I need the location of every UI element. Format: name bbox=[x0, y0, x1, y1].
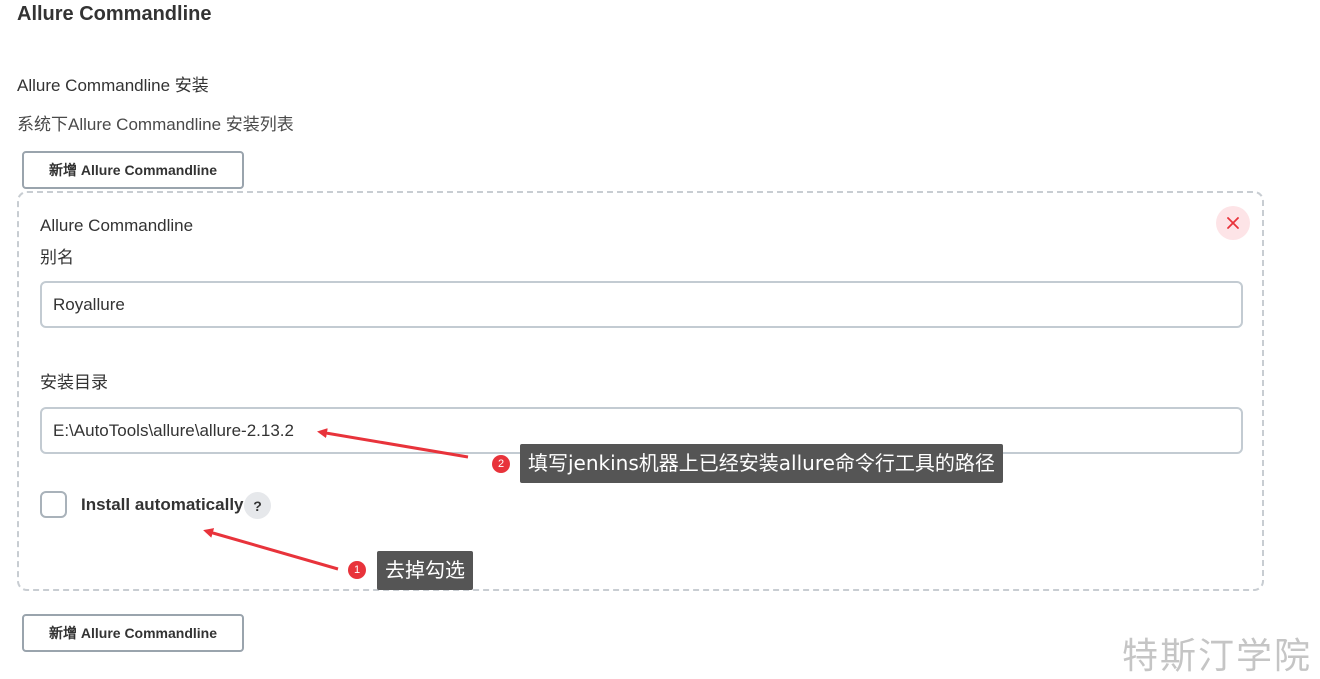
annotation-badge-2: 2 bbox=[492, 455, 510, 473]
alias-input[interactable] bbox=[40, 281, 1243, 328]
close-icon bbox=[1227, 217, 1239, 229]
alias-label: 别名 bbox=[40, 248, 74, 267]
add-allure-commandline-button-bottom[interactable]: 新增 Allure Commandline bbox=[22, 614, 244, 652]
installations-description: 系统下Allure Commandline 安装列表 bbox=[17, 115, 294, 134]
installation-card bbox=[17, 191, 1264, 591]
annotation-callout-2: 填写jenkins机器上已经安装allure命令行工具的路径 bbox=[520, 444, 1003, 483]
help-icon[interactable]: ? bbox=[244, 492, 271, 519]
add-allure-commandline-button[interactable]: 新增 Allure Commandline bbox=[22, 151, 244, 189]
install-automatically-checkbox[interactable] bbox=[40, 491, 67, 518]
install-home-label: 安装目录 bbox=[40, 373, 108, 392]
annotation-badge-1: 1 bbox=[348, 561, 366, 579]
annotation-callout-1: 去掉勾选 bbox=[377, 551, 473, 590]
install-automatically-label[interactable]: Install automatically bbox=[81, 495, 244, 515]
installations-label: Allure Commandline 安装 bbox=[17, 76, 209, 95]
section-title: Allure Commandline bbox=[17, 3, 212, 25]
delete-installation-button[interactable] bbox=[1216, 206, 1250, 240]
watermark: 特斯汀学院 bbox=[1122, 636, 1313, 677]
installation-heading: Allure Commandline bbox=[40, 216, 194, 235]
